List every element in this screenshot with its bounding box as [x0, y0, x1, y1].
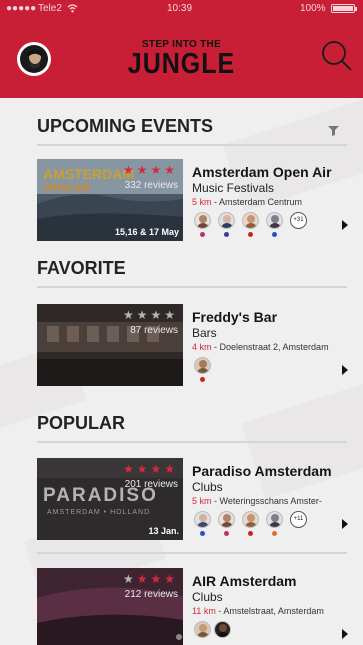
event-distance: 4 km	[192, 342, 212, 352]
flag-icon	[200, 232, 205, 237]
event-distance: 5 km	[192, 496, 212, 506]
chevron-right-icon[interactable]	[342, 519, 348, 529]
signal-strength: ●●●●●	[6, 3, 37, 14]
app-screen: ●●●●● Tele2 10:39 100% STEP INTO THE JUN…	[0, 0, 363, 645]
flag-icon	[248, 232, 253, 237]
section-divider	[37, 144, 347, 146]
battery-percent: 100%	[300, 3, 326, 14]
attendee-avatar[interactable]	[194, 621, 211, 638]
more-attendees-badge[interactable]: +31	[290, 212, 307, 229]
section-divider	[37, 441, 347, 443]
rating-stars: ★★★★	[122, 462, 178, 476]
battery-icon	[331, 4, 357, 13]
event-location: 5 km - Amsterdam Centrum	[192, 197, 302, 207]
section-title-upcoming: UPCOMING EVENTS	[37, 116, 214, 136]
logo-title: JUNGLE	[127, 47, 236, 81]
event-title: AIR Amsterdam	[192, 573, 297, 589]
event-thumbnail: ★★★★ 212 reviews	[37, 568, 183, 645]
event-card[interactable]: PARADISO AMSTERDAM • HOLLAND ★★★★ 201 re…	[37, 458, 352, 540]
attendee-avatar[interactable]	[194, 357, 211, 374]
event-address: - Amstelstraat, Amsterdam	[215, 606, 324, 616]
event-card[interactable]: AMSTERDAM OPEN AIR ★★★★ 332 reviews 15,1…	[37, 159, 352, 241]
svg-text:OPEN AIR: OPEN AIR	[43, 183, 92, 194]
event-category: Clubs	[192, 480, 223, 494]
attendee-avatar[interactable]	[266, 511, 283, 528]
attendee-avatar[interactable]	[214, 621, 231, 638]
section-title-favorite: FAVORITE	[37, 258, 126, 278]
section-title-popular: POPULAR	[37, 413, 126, 433]
event-location: 11 km - Amstelstraat, Amsterdam	[192, 606, 324, 616]
review-count: 201 reviews	[124, 479, 178, 490]
attendee-avatar[interactable]	[218, 212, 235, 229]
wifi-icon	[67, 3, 78, 17]
attendee-avatar[interactable]	[242, 212, 259, 229]
review-count: 87 reviews	[130, 325, 178, 336]
svg-text:AMSTERDAM: AMSTERDAM	[43, 166, 134, 182]
attendee-avatar[interactable]	[266, 212, 283, 229]
status-bar: ●●●●● Tele2 10:39 100%	[0, 0, 363, 17]
attendee-list[interactable]	[194, 357, 334, 383]
event-card[interactable]: ★★★★ 212 reviews AIR Amsterdam Clubs 11 …	[37, 568, 352, 645]
chevron-right-icon[interactable]	[342, 220, 348, 230]
rating-stars: ★★★★	[122, 572, 178, 586]
rating-stars: ★★★★	[122, 163, 178, 177]
battery-level	[333, 6, 353, 11]
more-attendees-badge[interactable]: +11	[290, 511, 307, 528]
attendee-avatar[interactable]	[242, 511, 259, 528]
flag-icon	[200, 531, 205, 536]
event-thumbnail: ★★★★ 87 reviews	[37, 304, 183, 386]
event-category: Clubs	[192, 590, 223, 604]
carrier-label: Tele2	[38, 3, 62, 14]
section-divider	[37, 286, 347, 288]
flag-icon	[248, 531, 253, 536]
attendee-avatar[interactable]	[218, 511, 235, 528]
search-icon	[322, 41, 352, 71]
attendee-list[interactable]: +31	[194, 212, 334, 238]
event-date: 15,16 & 17 May	[114, 227, 179, 237]
attendee-avatar[interactable]	[194, 511, 211, 528]
event-date: 13 Jan.	[148, 526, 179, 536]
attendee-list[interactable]	[194, 621, 334, 645]
app-header: STEP INTO THE JUNGLE	[0, 17, 363, 98]
review-count: 332 reviews	[124, 180, 178, 191]
event-address: - Weteringsschans Amster-	[211, 496, 322, 506]
event-location: 5 km - Weteringsschans Amster-	[192, 496, 322, 506]
event-category: Music Festivals	[192, 181, 275, 195]
event-category: Bars	[192, 326, 217, 340]
page-indicator	[176, 634, 182, 640]
search-button[interactable]	[320, 39, 354, 75]
event-address: - Doelenstraat 2, Amsterdam	[211, 342, 329, 352]
chevron-right-icon[interactable]	[342, 365, 348, 375]
flag-icon	[224, 232, 229, 237]
flag-icon	[272, 531, 277, 536]
flag-icon	[200, 377, 205, 382]
event-card[interactable]: ★★★★ 87 reviews Freddy's Bar Bars 4 km -…	[37, 304, 352, 386]
attendee-avatar[interactable]	[194, 212, 211, 229]
event-distance: 11 km	[192, 606, 216, 616]
event-distance: 5 km	[192, 197, 212, 207]
section-divider	[37, 552, 347, 554]
event-title: Paradiso Amsterdam	[192, 463, 332, 479]
chevron-right-icon[interactable]	[342, 629, 348, 639]
flag-icon	[272, 232, 277, 237]
event-title: Freddy's Bar	[192, 309, 278, 325]
event-title: Amsterdam Open Air	[192, 164, 332, 180]
rating-stars: ★★★★	[122, 308, 178, 322]
thumbnail-venue-city: AMSTERDAM • HOLLAND	[47, 509, 151, 516]
flag-icon	[224, 531, 229, 536]
attendee-list[interactable]: +11	[194, 511, 334, 537]
review-count: 212 reviews	[124, 589, 178, 600]
event-thumbnail: AMSTERDAM OPEN AIR ★★★★ 332 reviews 15,1…	[37, 159, 183, 241]
event-address: - Amsterdam Centrum	[211, 197, 303, 207]
event-thumbnail: PARADISO AMSTERDAM • HOLLAND ★★★★ 201 re…	[37, 458, 183, 540]
event-location: 4 km - Doelenstraat 2, Amsterdam	[192, 342, 329, 352]
clock: 10:39	[167, 3, 193, 14]
filter-icon[interactable]	[328, 123, 339, 136]
